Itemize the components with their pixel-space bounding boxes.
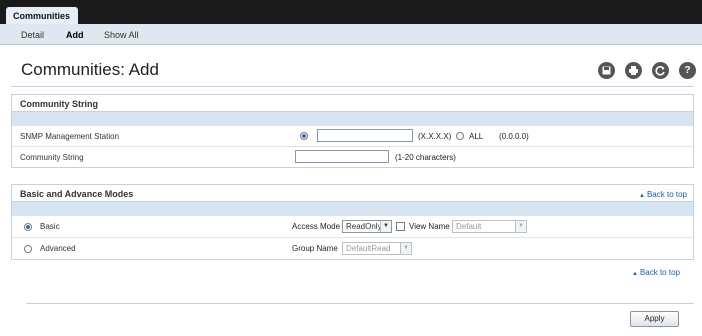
up-triangle-icon: ▲ — [639, 193, 645, 199]
view-name-label: View Name — [409, 222, 450, 231]
subnav-add[interactable]: Add — [66, 30, 84, 40]
ip-format-hint: (X.X.X.X) — [418, 132, 452, 141]
apply-button[interactable]: Apply — [630, 311, 679, 327]
community-string-section: Community String SNMP Management Station… — [11, 94, 694, 168]
community-string-label: Community String — [20, 153, 84, 162]
community-string-hint: (1-20 characters) — [395, 153, 456, 162]
group-name-label: Group Name — [292, 244, 338, 253]
chevron-down-icon: ▼ — [380, 221, 391, 232]
snmp-station-label: SNMP Management Station — [20, 132, 120, 141]
up-triangle-icon: ▲ — [632, 271, 638, 277]
advanced-mode-radio[interactable] — [24, 245, 32, 253]
section-title: Community String — [20, 99, 98, 109]
back-to-top-label: Back to top — [646, 190, 687, 199]
advanced-mode-label: Advanced — [40, 244, 76, 253]
section-title: Basic and Advance Modes — [20, 189, 134, 199]
advanced-mode-row: Advanced Group Name DefaultRead ▼ — [12, 237, 693, 259]
print-icon[interactable] — [625, 62, 642, 79]
snmp-station-ip-input[interactable] — [317, 129, 413, 142]
section-header-band — [12, 201, 693, 215]
basic-mode-row: Basic Access Mode ReadOnly ▼ View Name D… — [12, 215, 693, 237]
community-string-input[interactable] — [295, 150, 389, 163]
subnav-detail[interactable]: Detail — [21, 30, 44, 40]
access-mode-select[interactable]: ReadOnly ▼ — [342, 220, 392, 233]
all-label: ALL — [469, 132, 484, 141]
back-to-top-link-bottom[interactable]: ▲ Back to top — [632, 268, 680, 277]
snmp-station-all-radio[interactable] — [456, 132, 464, 140]
community-string-row: Community String (1-20 characters) — [12, 146, 693, 167]
view-name-value: Default — [456, 222, 482, 231]
page-title: Communities: Add — [21, 60, 159, 79]
sub-navigation: Detail Add Show All — [0, 24, 702, 45]
snmp-station-ip-radio[interactable] — [300, 132, 308, 140]
refresh-icon[interactable] — [652, 62, 669, 79]
tab-communities[interactable]: Communities — [6, 7, 78, 24]
basic-mode-label: Basic — [40, 222, 60, 231]
basic-mode-radio[interactable] — [24, 223, 32, 231]
access-mode-value: ReadOnly — [346, 222, 382, 231]
title-divider — [11, 86, 694, 87]
snmp-station-row: SNMP Management Station (X.X.X.X) ALL (0… — [12, 125, 693, 146]
section-header-band — [12, 111, 693, 125]
group-name-select[interactable]: DefaultRead ▼ — [342, 242, 412, 255]
back-to-top-label: Back to top — [639, 268, 680, 277]
save-icon[interactable] — [598, 62, 615, 79]
view-name-select[interactable]: Default ▼ — [452, 220, 527, 233]
chevron-down-icon: ▼ — [400, 243, 411, 254]
modes-section: Basic and Advance Modes ▲ Back to top Bas… — [11, 184, 694, 260]
view-name-checkbox[interactable] — [396, 222, 405, 231]
group-name-value: DefaultRead — [346, 244, 391, 253]
back-to-top-link[interactable]: ▲ Back to top — [639, 190, 687, 199]
all-address-hint: (0.0.0.0) — [499, 132, 529, 141]
help-icon[interactable]: ? — [679, 62, 696, 79]
footer-divider — [26, 303, 694, 304]
subnav-show-all[interactable]: Show All — [104, 30, 139, 40]
title-bar: Communities — [0, 0, 702, 24]
chevron-down-icon: ▼ — [515, 221, 526, 232]
access-mode-label: Access Mode — [292, 222, 341, 231]
